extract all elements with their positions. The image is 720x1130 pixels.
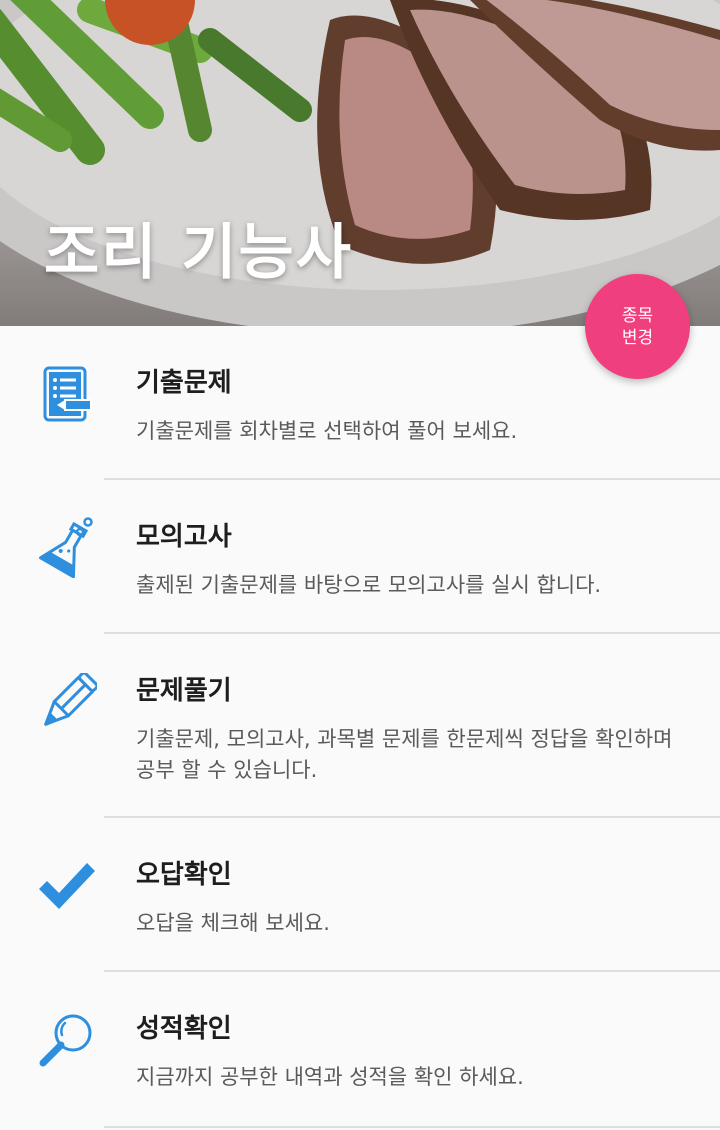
menu-item-wrong-answers[interactable]: 오답확인 오답을 체크해 보세요.: [0, 818, 720, 972]
divider: [104, 1126, 720, 1128]
page-title: 조리 기능사: [44, 218, 353, 288]
change-subject-label-line1: 종목: [621, 305, 654, 326]
pencil-icon: [30, 666, 104, 740]
menu-item-desc: 오답을 체크해 보세요.: [136, 911, 330, 935]
menu-item-desc: 지금까지 공부한 내역과 성적을 확인 하세요.: [136, 1065, 524, 1089]
menu-item-desc: 기출문제, 모의고사, 과목별 문제를 한문제씩 정답을 확인하며 공부 할 수…: [136, 727, 673, 782]
document-list-icon: [30, 358, 104, 432]
magnifier-icon: [30, 1004, 104, 1078]
menu-item-mock-exam[interactable]: 모의고사 출제된 기출문제를 바탕으로 모의고사를 실시 합니다.: [0, 480, 720, 634]
menu-item-title: 문제풀기: [136, 676, 232, 706]
main-menu: 기출문제 기출문제를 회차별로 선택하여 풀어 보세요. 모의고사 출제된 기출…: [0, 326, 720, 1128]
change-subject-label-line2: 변경: [621, 327, 654, 348]
menu-item-desc: 출제된 기출문제를 바탕으로 모의고사를 실시 합니다.: [136, 573, 602, 597]
menu-item-desc: 기출문제를 회차별로 선택하여 풀어 보세요.: [136, 419, 518, 443]
menu-item-check-scores[interactable]: 성적확인 지금까지 공부한 내역과 성적을 확인 하세요.: [0, 972, 720, 1128]
flask-icon: [30, 510, 104, 584]
menu-item-title: 오답확인: [136, 860, 232, 890]
menu-item-solve-problems[interactable]: 문제풀기 기출문제, 모의고사, 과목별 문제를 한문제씩 정답을 확인하며 공…: [0, 634, 720, 818]
change-subject-button[interactable]: 종목 변경: [585, 274, 690, 379]
hero-banner: 조리 기능사: [0, 0, 720, 326]
menu-item-title: 기출문제: [136, 368, 232, 398]
menu-item-title: 모의고사: [136, 522, 232, 552]
menu-item-title: 성적확인: [136, 1014, 232, 1044]
checkmark-icon: [30, 850, 104, 924]
